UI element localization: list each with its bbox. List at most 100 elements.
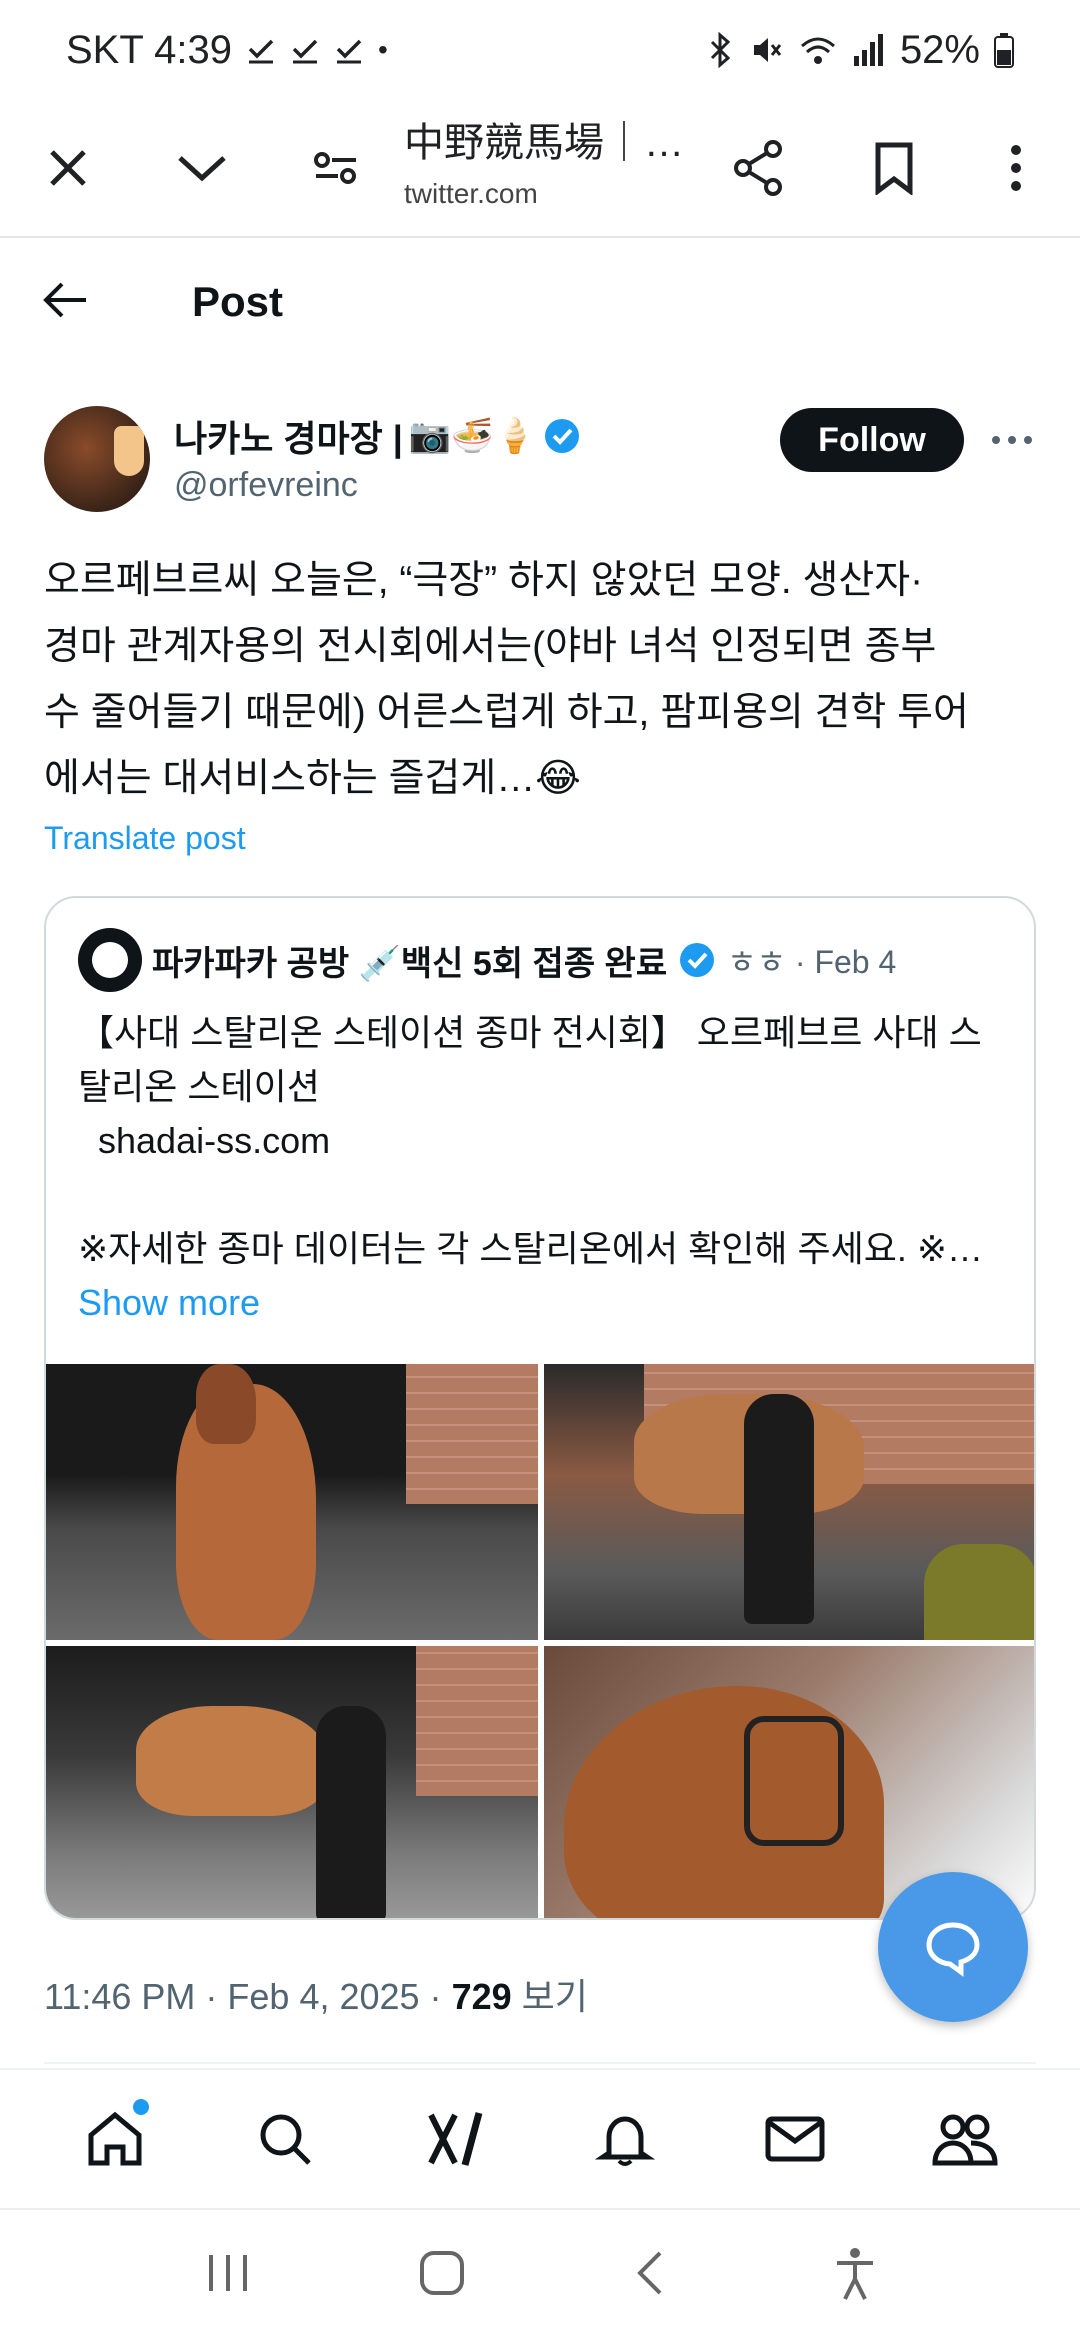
post-line: 에서는 대서비스하는 즐겁게…😂: [44, 757, 581, 800]
author-handle[interactable]: @orfevreinc: [174, 466, 358, 505]
nav-grok[interactable]: [415, 2099, 495, 2179]
more-horizontal-icon: [992, 436, 1032, 444]
nav-notifications[interactable]: [585, 2099, 665, 2179]
home-icon: [88, 2111, 142, 2166]
close-button[interactable]: [38, 138, 98, 198]
post-more-button[interactable]: [990, 418, 1034, 462]
verified-badge-icon: [680, 943, 715, 977]
post-line: 오르페브르씨 오늘은, “극장” 하지 않았던 모양. 생산자·: [44, 559, 924, 602]
notifications-icon: [595, 2116, 655, 2166]
show-more-link[interactable]: Show more: [78, 1276, 1018, 1330]
battery-icon: [994, 33, 1014, 68]
brick-wall: [416, 1646, 538, 1796]
quoted-post[interactable]: 파카파카 공방 💉백신 5회 접종 완료 ㅎㅎ · Feb 4 【사대 스탈리온…: [44, 896, 1036, 1920]
horse-photo-3[interactable]: [46, 1646, 538, 1918]
post-timestamp: 11:46 PM · Feb 4, 2025 · 729 보기: [44, 1968, 588, 2020]
close-icon: [50, 150, 86, 186]
post-line: 수 줄어들기 때문에) 어른스럽게 하고, 팜피용의 견학 투어: [44, 691, 969, 734]
check-icon: [292, 39, 318, 64]
system-navigation: [0, 2208, 1080, 2340]
translate-post-link[interactable]: Translate post: [44, 820, 246, 857]
page-url: twitter.com: [404, 178, 538, 209]
more-menu-button[interactable]: [986, 138, 1046, 198]
divider: [44, 2062, 1036, 2064]
shrub: [924, 1544, 1034, 1640]
verified-badge-icon: [544, 419, 579, 453]
nav-home[interactable]: [75, 2099, 155, 2179]
share-icon: [734, 140, 782, 196]
post-header: Post: [0, 240, 1080, 370]
messages-icon: [765, 2116, 825, 2162]
follow-button[interactable]: Follow: [780, 408, 964, 472]
minimize-button[interactable]: [172, 138, 232, 198]
quoted-author-name: 파카파카 공방 💉백신 5회 접종 완료: [152, 944, 668, 983]
status-right: 52%: [706, 28, 1014, 73]
horse-photo-2[interactable]: [544, 1364, 1034, 1640]
page-settings-button[interactable]: [306, 138, 366, 198]
quoted-line: ※자세한 종마 데이터는 각 스탈리온에서 확인해 주세요. ※…: [78, 1228, 983, 1269]
bookmark-button[interactable]: [864, 138, 924, 198]
view-count: 729: [451, 1976, 512, 2017]
post-line: 경마 관계자용의 전시회에서는(야바 녀석 인정되면 종부: [44, 625, 937, 668]
quoted-post-header: 파카파카 공방 💉백신 5회 접종 완료 ㅎㅎ · Feb 4: [78, 928, 896, 992]
author-name-row[interactable]: 나카노 경마장 | 📷🍜🍦: [174, 410, 582, 462]
author-name: 나카노 경마장 |: [174, 418, 403, 459]
nav-search[interactable]: [245, 2099, 325, 2179]
chevron-down-icon: [178, 156, 226, 182]
horse-shape: [136, 1706, 326, 1816]
signal-icon: [853, 34, 883, 66]
search-icon: [260, 2114, 311, 2165]
horse-photo-1[interactable]: [46, 1364, 538, 1640]
battery-percent: 52%: [899, 27, 980, 72]
notification-dot: •: [378, 34, 388, 65]
browser-toolbar: 中野競馬場｜… twitter.com: [0, 100, 1080, 238]
back-icon: [636, 2251, 662, 2294]
carrier-time: SKT 4:39: [66, 27, 233, 72]
nav-messages[interactable]: [755, 2099, 835, 2179]
horse-head: [196, 1364, 256, 1444]
quoted-link[interactable]: shadai-ss.com: [78, 1114, 1018, 1168]
quoted-line-blank: [78, 1168, 1018, 1222]
bottom-navigation: [0, 2068, 1080, 2208]
check-icon: [336, 39, 362, 64]
page-title-area[interactable]: 中野競馬場｜… twitter.com: [404, 110, 704, 210]
more-vertical-icon: [1011, 145, 1021, 191]
back-button[interactable]: [40, 280, 100, 330]
wifi-icon: [800, 37, 835, 64]
view-label: 보기: [511, 1976, 588, 2017]
accessibility-icon: [837, 2247, 874, 2300]
mute-icon: [753, 38, 782, 62]
author-avatar[interactable]: [44, 406, 150, 512]
quoted-line: 탈리온 스테이션: [78, 1066, 320, 1107]
quoted-post-meta: ㅎㅎ · Feb 4: [727, 944, 897, 980]
brick-wall: [406, 1364, 538, 1504]
status-left: SKT 4:39 •: [66, 28, 388, 73]
bluetooth-icon: [710, 32, 731, 68]
handler-figure: [744, 1394, 814, 1624]
arrow-left-icon: [43, 282, 86, 318]
bookmark-icon: [875, 142, 913, 195]
grok-icon: [428, 2112, 483, 2166]
check-icon: [248, 39, 274, 64]
page-title: 中野競馬場｜…: [404, 121, 684, 165]
media-grid: [46, 1364, 1034, 1918]
quoted-line: 【사대 스탈리온 스테이션 종마 전시회】 오르페브르 사대 스: [78, 1012, 982, 1053]
quoted-post-body: 【사대 스탈리온 스테이션 종마 전시회】 오르페브르 사대 스 탈리온 스테이…: [78, 1006, 1018, 1330]
recents-icon: [208, 2254, 247, 2291]
quoted-author-avatar: [78, 928, 142, 992]
nav-communities[interactable]: [925, 2099, 1005, 2179]
handler-figure: [316, 1706, 386, 1918]
chat-fab-button[interactable]: [878, 1872, 1028, 2022]
page-settings-icon: [314, 152, 356, 184]
communities-icon: [932, 2114, 998, 2166]
back-system-button[interactable]: [632, 2249, 668, 2302]
share-button[interactable]: [728, 138, 788, 198]
home-system-button[interactable]: [418, 2249, 466, 2302]
post-text: 오르페브르씨 오늘은, “극장” 하지 않았던 모양. 생산자· 경마 관계자용…: [44, 548, 1044, 812]
author-name-emojis: 📷🍜🍦: [408, 417, 536, 455]
recents-button[interactable]: [203, 2251, 253, 2300]
status-bar: SKT 4:39 • 52%: [0, 0, 1080, 100]
accessibility-button[interactable]: [833, 2245, 877, 2306]
chat-bubble-icon: [926, 1922, 980, 1977]
bridle: [744, 1716, 844, 1846]
